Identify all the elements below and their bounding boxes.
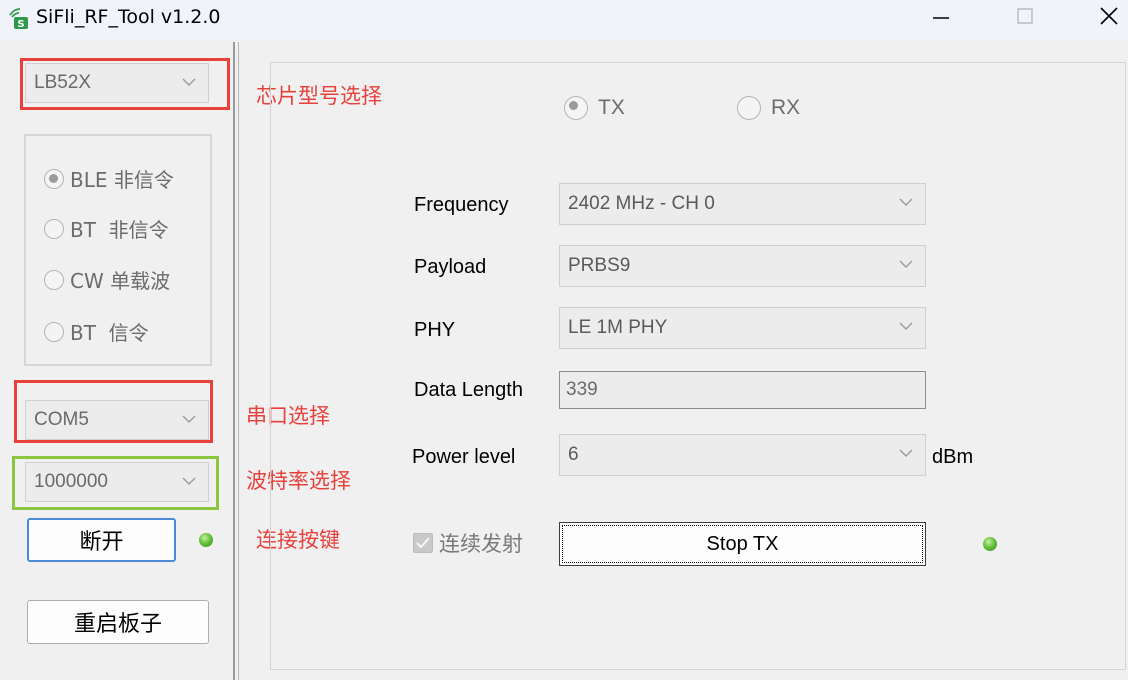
tx-radio[interactable]: TX — [564, 96, 625, 120]
checkbox-checked-icon — [413, 533, 433, 553]
rf-settings-panel — [270, 62, 1126, 670]
disconnect-button[interactable]: 断开 — [27, 518, 176, 562]
continuous-tx-label: 连续发射 — [439, 532, 523, 556]
mode-option-cw[interactable]: CW 单载波 — [44, 265, 170, 294]
chevron-down-icon — [899, 198, 913, 206]
radio-unchecked-icon — [44, 269, 64, 290]
radio-unchecked-icon — [44, 218, 64, 239]
mode-option-label: BT 信令 — [70, 321, 149, 345]
power-level-label: Power level — [412, 446, 516, 468]
frequency-value: 2402 MHz - CH 0 — [568, 193, 715, 214]
app-logo-icon: S — [9, 8, 28, 30]
payload-value: PRBS9 — [568, 255, 631, 276]
baud-rate-value: 1000000 — [34, 471, 108, 492]
mode-option-label: CW 单载波 — [70, 269, 171, 293]
payload-label: Payload — [414, 256, 487, 278]
svg-text:S: S — [17, 19, 24, 30]
chevron-down-icon — [899, 449, 913, 457]
panel-splitter[interactable] — [233, 42, 239, 680]
close-button[interactable] — [1086, 0, 1128, 32]
maximize-icon — [1017, 8, 1033, 24]
title-bar[interactable]: S SiFli_RF_Tool v1.2.0 — [0, 0, 1128, 40]
power-level-select[interactable]: 6 — [559, 434, 926, 476]
chevron-down-icon — [182, 78, 196, 86]
continuous-tx-checkbox[interactable]: 连续发射 — [413, 528, 523, 558]
frequency-select[interactable]: 2402 MHz - CH 0 — [559, 183, 926, 225]
tx-status-led-icon — [983, 537, 997, 551]
tx-radio-label: TX — [598, 96, 625, 119]
connection-status-led-icon — [199, 533, 213, 547]
payload-select[interactable]: PRBS9 — [559, 245, 926, 287]
radio-unchecked-icon — [737, 96, 761, 120]
radio-checked-icon — [44, 168, 64, 189]
mode-option-ble[interactable]: BLE 非信令 — [44, 164, 174, 193]
mode-option-label: BLE 非信令 — [70, 168, 174, 192]
minimize-icon — [933, 17, 949, 19]
com-port-value: COM5 — [34, 409, 89, 430]
phy-value: LE 1M PHY — [568, 317, 668, 338]
phy-label: PHY — [414, 319, 456, 341]
chip-model-select[interactable]: LB52X — [25, 63, 209, 103]
mode-option-bt-signaling[interactable]: BT 信令 — [44, 317, 149, 346]
mode-option-label: BT 非信令 — [70, 218, 169, 242]
minimize-button[interactable] — [918, 0, 964, 32]
stop-tx-button[interactable]: Stop TX — [559, 522, 926, 566]
chip-model-value: LB52X — [34, 72, 92, 93]
chevron-down-icon — [182, 415, 196, 423]
chevron-down-icon — [182, 477, 196, 485]
data-length-label: Data Length — [414, 379, 523, 401]
baud-rate-select[interactable]: 1000000 — [25, 462, 209, 502]
com-port-select[interactable]: COM5 — [25, 400, 209, 440]
mode-option-bt-nonsignaling[interactable]: BT 非信令 — [44, 214, 169, 243]
frequency-label: Frequency — [414, 194, 509, 216]
window-title: SiFli_RF_Tool v1.2.0 — [36, 6, 221, 28]
data-length-input[interactable]: 339 — [559, 371, 926, 409]
rx-radio-label: RX — [771, 96, 801, 119]
close-icon — [1100, 7, 1118, 25]
chevron-down-icon — [899, 260, 913, 268]
rx-radio[interactable]: RX — [737, 96, 800, 120]
maximize-button[interactable] — [1002, 0, 1048, 32]
power-unit-label: dBm — [932, 446, 974, 468]
power-level-value: 6 — [568, 444, 579, 465]
chevron-down-icon — [899, 322, 913, 330]
reboot-board-button[interactable]: 重启板子 — [27, 600, 209, 644]
radio-unchecked-icon — [44, 321, 64, 342]
phy-select[interactable]: LE 1M PHY — [559, 307, 926, 349]
radio-checked-icon — [564, 96, 588, 120]
